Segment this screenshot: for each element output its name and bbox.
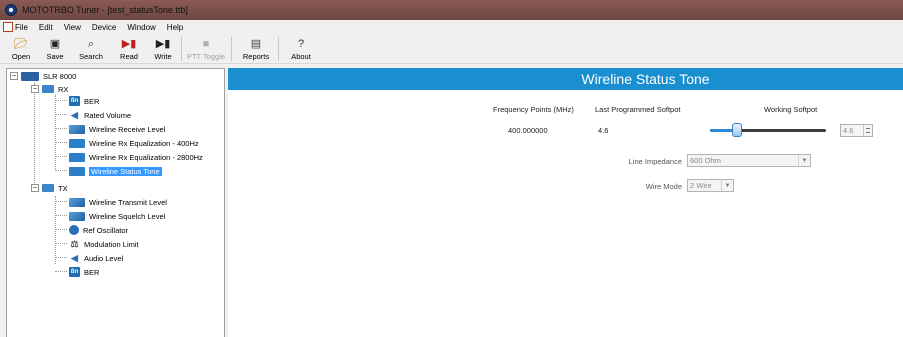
tree-node-rx[interactable]: − RX	[31, 83, 68, 95]
menu-edit[interactable]: Edit	[39, 23, 53, 32]
collapse-toggle[interactable]: −	[31, 85, 39, 93]
tree-item-ref-oscillator[interactable]: Ref Oscillator	[69, 224, 128, 236]
app-icon	[5, 4, 17, 16]
tree-line	[55, 100, 67, 101]
window-title: MOTOTRBO Tuner - [test_statusTone.ttb]	[22, 5, 188, 15]
write-icon: ▶▮	[155, 38, 171, 50]
folder-icon	[42, 184, 54, 192]
equalizer-icon	[69, 152, 85, 162]
tree-line	[55, 142, 67, 143]
frequency-value: 400.000000	[508, 126, 548, 135]
level-meter-icon	[69, 197, 85, 207]
modulation-icon: ⚖	[70, 238, 79, 249]
panel-header: Wireline Status Tone	[228, 68, 903, 90]
equalizer-icon	[69, 138, 85, 148]
ber-icon: ßn	[69, 267, 80, 277]
menu-window[interactable]: Window	[127, 23, 155, 32]
read-icon: ▶▮	[121, 38, 137, 50]
tree-line	[55, 114, 67, 115]
line-impedance-label: Line Impedance	[628, 157, 682, 166]
reports-icon: ▤	[250, 38, 262, 50]
menu-bar: File Edit View Device Window Help	[0, 20, 903, 34]
tree-item-rx-ber[interactable]: ßn BER	[69, 95, 99, 107]
tree-node-tx[interactable]: − TX	[31, 182, 68, 194]
working-softpot-value: 4.6	[843, 126, 854, 135]
tree-line	[55, 271, 67, 272]
tree-line	[55, 156, 67, 157]
tree-item-rx-eq-400[interactable]: Wireline Rx Equalization - 400Hz	[69, 137, 199, 149]
panel-title: Wireline Status Tone	[581, 71, 710, 87]
tree-line	[55, 170, 67, 171]
tree-line	[55, 95, 56, 169]
toolbar-separator	[181, 37, 182, 61]
save-icon: ▣	[49, 38, 61, 50]
menu-help[interactable]: Help	[167, 23, 183, 32]
working-softpot-slider-thumb[interactable]	[732, 123, 742, 137]
toolbar-separator	[278, 37, 279, 61]
main-panel: Wireline Status Tone Frequency Points (M…	[228, 68, 903, 337]
tree-item-wireline-receive-level[interactable]: Wireline Receive Level	[69, 123, 165, 135]
frequency-column-header: Frequency Points (MHz)	[493, 105, 574, 114]
tree-item-wireline-squelch-level[interactable]: Wireline Squelch Level	[69, 210, 165, 222]
tree-line	[55, 229, 67, 230]
read-button[interactable]: ▶▮ Read	[112, 34, 146, 64]
speaker-icon: ◀	[71, 109, 78, 120]
working-softpot-column-header: Working Softpot	[764, 105, 818, 114]
wire-mode-label: Wire Mode	[645, 182, 682, 191]
oscillator-icon	[69, 225, 79, 235]
search-icon: ⌕	[87, 38, 95, 50]
wire-mode-select[interactable]: 2 Wire ▼	[687, 179, 734, 192]
level-meter-icon	[69, 211, 85, 221]
folder-icon	[42, 85, 54, 93]
toolbar: 📂︎ Open ▣ Save ⌕ Search ▶▮ Read ▶▮ Write…	[0, 34, 903, 64]
search-button[interactable]: ⌕ Search	[74, 34, 108, 64]
collapse-toggle[interactable]: −	[10, 72, 18, 80]
toolbar-separator	[231, 37, 232, 61]
tree-node-slr8000[interactable]: − SLR 8000	[10, 70, 76, 82]
last-softpot-value: 4.6	[598, 126, 609, 135]
tree-line	[55, 201, 67, 202]
ptt-toggle-button[interactable]: ■ PTT Toggle	[184, 34, 228, 64]
tree-item-wireline-transmit-level[interactable]: Wireline Transmit Level	[69, 196, 167, 208]
level-meter-icon	[69, 124, 85, 134]
about-icon: ?	[297, 38, 305, 50]
working-softpot-spinner[interactable]: 4.6	[840, 124, 873, 137]
speaker-icon: ◀	[71, 252, 78, 263]
tree-line	[55, 128, 67, 129]
menu-view[interactable]: View	[64, 23, 81, 32]
last-softpot-column-header: Last Programmed Softpot	[595, 105, 681, 114]
tree-item-rx-eq-2800[interactable]: Wireline Rx Equalization - 2800Hz	[69, 151, 203, 163]
chevron-down-icon: ▼	[721, 180, 733, 191]
tree-line	[55, 196, 56, 264]
tree-item-audio-level[interactable]: ◀ Audio Level	[69, 252, 123, 264]
tree-item-wireline-status-tone[interactable]: Wireline Status Tone	[69, 165, 162, 177]
tree-line	[34, 83, 35, 183]
title-bar: MOTOTRBO Tuner - [test_statusTone.ttb]	[0, 0, 903, 20]
collapse-toggle[interactable]: −	[31, 184, 39, 192]
ptt-icon: ■	[202, 38, 210, 50]
file-menu-icon	[3, 22, 13, 32]
device-tree: − SLR 8000 − RX ßn BER ◀ Rated Volume Wi…	[6, 68, 225, 337]
open-folder-icon: 📂︎	[14, 38, 28, 50]
line-impedance-select[interactable]: 600 Ohm ▼	[687, 154, 811, 167]
working-softpot-slider-track[interactable]	[710, 129, 826, 132]
tree-item-rated-volume[interactable]: ◀ Rated Volume	[69, 109, 131, 121]
tree-line	[55, 215, 67, 216]
tree-line	[55, 257, 67, 258]
open-button[interactable]: 📂︎ Open	[6, 34, 36, 64]
ber-icon: ßn	[69, 96, 80, 106]
device-icon	[21, 71, 39, 81]
save-button[interactable]: ▣ Save	[40, 34, 70, 64]
chevron-down-icon: ▼	[798, 155, 810, 166]
equalizer-icon	[69, 166, 85, 176]
menu-device[interactable]: Device	[92, 23, 116, 32]
write-button[interactable]: ▶▮ Write	[148, 34, 178, 64]
menu-file[interactable]: File	[15, 23, 28, 32]
tree-item-tx-ber[interactable]: ßn BER	[69, 266, 99, 278]
about-button[interactable]: ? About	[286, 34, 316, 64]
spinner-buttons[interactable]	[863, 125, 872, 136]
reports-button[interactable]: ▤ Reports	[238, 34, 274, 64]
tree-line	[55, 243, 67, 244]
tree-item-modulation-limit[interactable]: ⚖ Modulation Limit	[69, 238, 138, 250]
